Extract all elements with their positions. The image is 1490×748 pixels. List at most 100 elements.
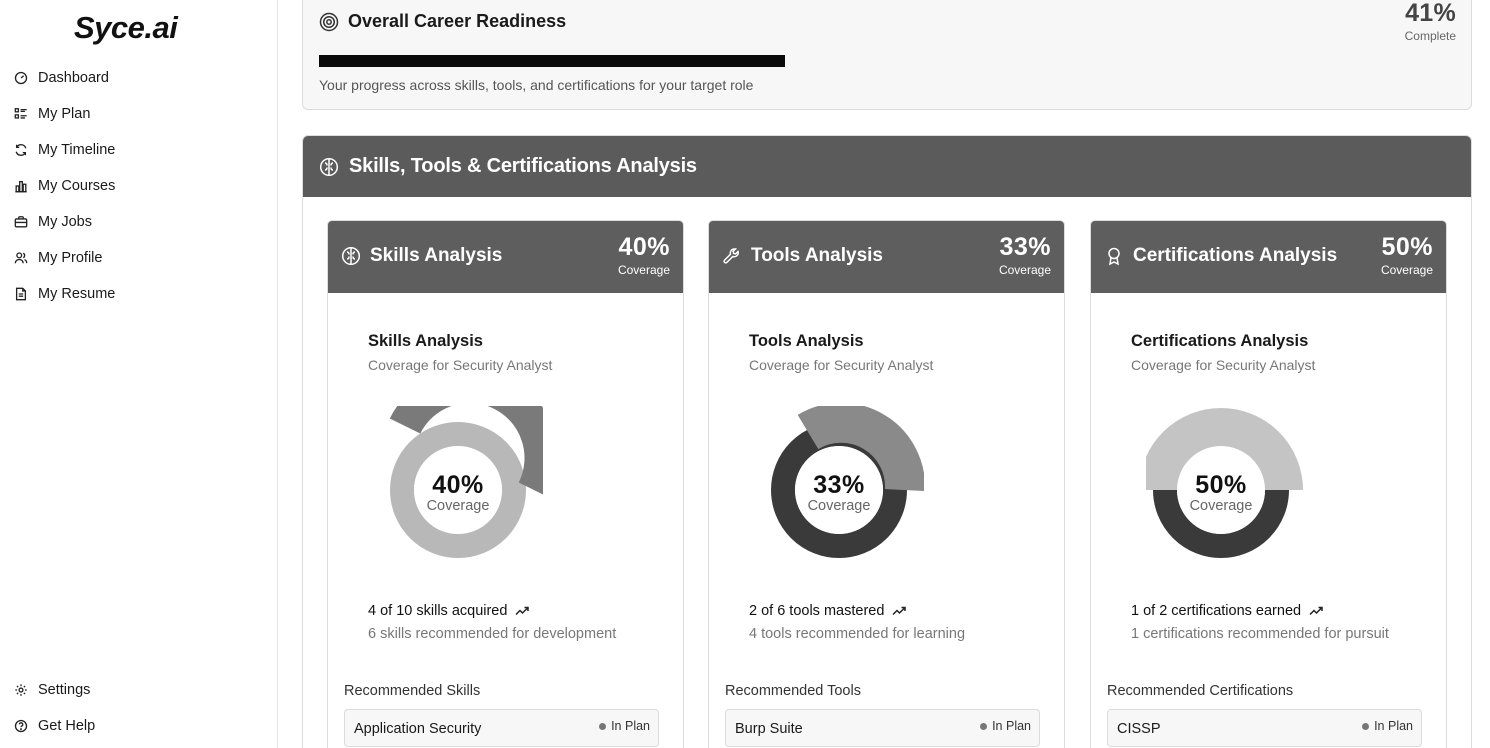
card-subtitle: Coverage for Security Analyst [749, 357, 934, 373]
wrench-icon [723, 248, 739, 264]
card-subtitle: Coverage for Security Analyst [1131, 357, 1316, 373]
recommended-title: Recommended Skills [344, 683, 481, 699]
donut-percent: 50% [1195, 471, 1247, 499]
dashboard-gauge-icon [14, 71, 28, 85]
card-stat-text: 2 of 6 tools mastered [749, 603, 885, 619]
main-content: Overall Career Readiness 41% Complete Yo… [279, 0, 1490, 748]
in-plan-badge-label: In Plan [992, 719, 1031, 733]
card-header-percent-label: Coverage [1380, 263, 1433, 277]
donut-label: Coverage [807, 498, 871, 514]
sidebar-item-settings[interactable]: Settings [14, 672, 264, 708]
users-icon [14, 252, 28, 264]
timeline-refresh-icon [15, 144, 27, 156]
donut-percent: 40% [432, 471, 484, 499]
sidebar-item-timeline[interactable]: My Timeline [14, 132, 264, 168]
donut-percent: 33% [813, 471, 865, 499]
readiness-percent-block: 41% Complete [1405, 0, 1456, 43]
recommended-item-name: Application Security [354, 721, 482, 737]
sidebar: Syce.ai Dashboard My Plan My Timeline My… [0, 0, 278, 748]
tools-analysis-card: Tools Analysis 33% Coverage Tools Analys… [708, 220, 1065, 748]
sidebar-item-jobs[interactable]: My Jobs [14, 204, 264, 240]
card-header-left: Tools Analysis [722, 245, 883, 267]
card-header-left: Skills Analysis [341, 245, 502, 267]
card-header-percent: 33% [999, 233, 1051, 261]
status-dot-icon [1362, 722, 1370, 730]
help-circle-icon [14, 719, 28, 733]
analysis-title: Skills, Tools & Certifications Analysis [349, 155, 697, 177]
plan-list-icon [14, 108, 27, 119]
card-header-coverage: 33% Coverage [999, 233, 1051, 277]
card-header-title: Tools Analysis [751, 245, 883, 266]
card-stat: 1 of 2 certifications earned [1131, 603, 1323, 619]
sidebar-bottom-nav: Settings Get Help [14, 672, 264, 744]
card-header-title: Skills Analysis [370, 245, 503, 266]
in-plan-badge-label: In Plan [1374, 719, 1413, 733]
card-header-title: Certifications Analysis [1133, 245, 1338, 266]
recommended-item[interactable]: Application Security In Plan [344, 709, 659, 747]
readiness-subtitle: Your progress across skills, tools, and … [319, 77, 754, 93]
brand-logo[interactable]: Syce.ai [74, 10, 178, 46]
in-plan-badge: In Plan [980, 719, 1031, 733]
sidebar-item-profile[interactable]: My Profile [14, 240, 264, 276]
card-stat: 2 of 6 tools mastered [749, 603, 907, 619]
analysis-header: Skills, Tools & Certifications Analysis [303, 136, 1471, 197]
donut-label: Coverage [1189, 498, 1253, 514]
sidebar-item-label: Get Help [38, 718, 96, 734]
card-stat-text: 1 of 2 certifications earned [1131, 603, 1302, 619]
recommended-item[interactable]: Burp Suite In Plan [725, 709, 1040, 747]
brain-icon [319, 157, 339, 176]
gear-icon [15, 684, 27, 696]
card-header-percent-label: Coverage [617, 263, 670, 277]
card-stat-text: 4 of 10 skills acquired [368, 603, 508, 619]
target-icon [319, 12, 339, 31]
analysis-panel: Skills, Tools & Certifications Analysis … [302, 135, 1472, 748]
recommended-item-name: CISSP [1117, 721, 1161, 737]
recommended-item[interactable]: CISSP In Plan [1107, 709, 1422, 747]
sidebar-item-dashboard[interactable]: Dashboard [14, 60, 264, 96]
briefcase-icon [14, 216, 28, 228]
card-title: Skills Analysis [368, 332, 483, 350]
sidebar-item-plan[interactable]: My Plan [14, 96, 264, 132]
card-header-percent: 50% [1381, 233, 1433, 261]
card-title: Tools Analysis [749, 332, 864, 350]
sidebar-item-help[interactable]: Get Help [14, 708, 264, 744]
sidebar-item-label: My Courses [38, 178, 116, 194]
donut-label: Coverage [426, 498, 490, 514]
card-header: Skills Analysis 40% Coverage [328, 221, 683, 293]
card-header-left: Certifications Analysis [1104, 245, 1337, 267]
recommended-title: Recommended Tools [725, 683, 861, 699]
sidebar-nav: Dashboard My Plan My Timeline My Courses… [14, 60, 264, 312]
readiness-percent: 41% [1405, 0, 1456, 27]
skills-analysis-card: Skills Analysis 40% Coverage Skills Anal… [327, 220, 684, 748]
card-title: Certifications Analysis [1131, 332, 1309, 350]
recommended-title: Recommended Certifications [1107, 683, 1294, 699]
readiness-title-row: Overall Career Readiness [319, 11, 566, 32]
readiness-progress-bar [319, 55, 785, 67]
card-stat-sub: 4 tools recommended for learning [749, 626, 966, 642]
card-header-coverage: 50% Coverage [1381, 233, 1433, 277]
sidebar-item-label: Settings [38, 682, 91, 698]
courses-chart-icon [15, 180, 27, 193]
readiness-percent-label: Complete [1404, 29, 1456, 43]
sidebar-item-courses[interactable]: My Courses [14, 168, 264, 204]
document-icon [15, 287, 27, 301]
status-dot-icon [599, 722, 607, 730]
sidebar-item-label: My Jobs [38, 214, 92, 230]
card-header: Tools Analysis 33% Coverage [709, 221, 1064, 293]
certifications-analysis-card: Certifications Analysis 50% Coverage Cer… [1090, 220, 1447, 748]
in-plan-badge: In Plan [599, 719, 650, 733]
card-header-coverage: 40% Coverage [618, 233, 670, 277]
card-header: Certifications Analysis 50% Coverage [1091, 221, 1446, 293]
card-stat-sub: 1 certifications recommended for pursuit [1131, 626, 1389, 642]
sidebar-item-label: My Resume [38, 286, 116, 302]
card-stat-sub: 6 skills recommended for development [368, 626, 617, 642]
card-header-percent: 40% [618, 233, 670, 261]
award-icon [1108, 247, 1120, 266]
sidebar-item-label: My Profile [38, 250, 103, 266]
trending-up-icon [515, 606, 530, 616]
sidebar-item-label: My Timeline [38, 142, 116, 158]
sidebar-item-resume[interactable]: My Resume [14, 276, 264, 312]
sidebar-item-label: My Plan [38, 106, 91, 122]
recommended-item-name: Burp Suite [735, 721, 803, 737]
card-stat: 4 of 10 skills acquired [368, 603, 530, 619]
